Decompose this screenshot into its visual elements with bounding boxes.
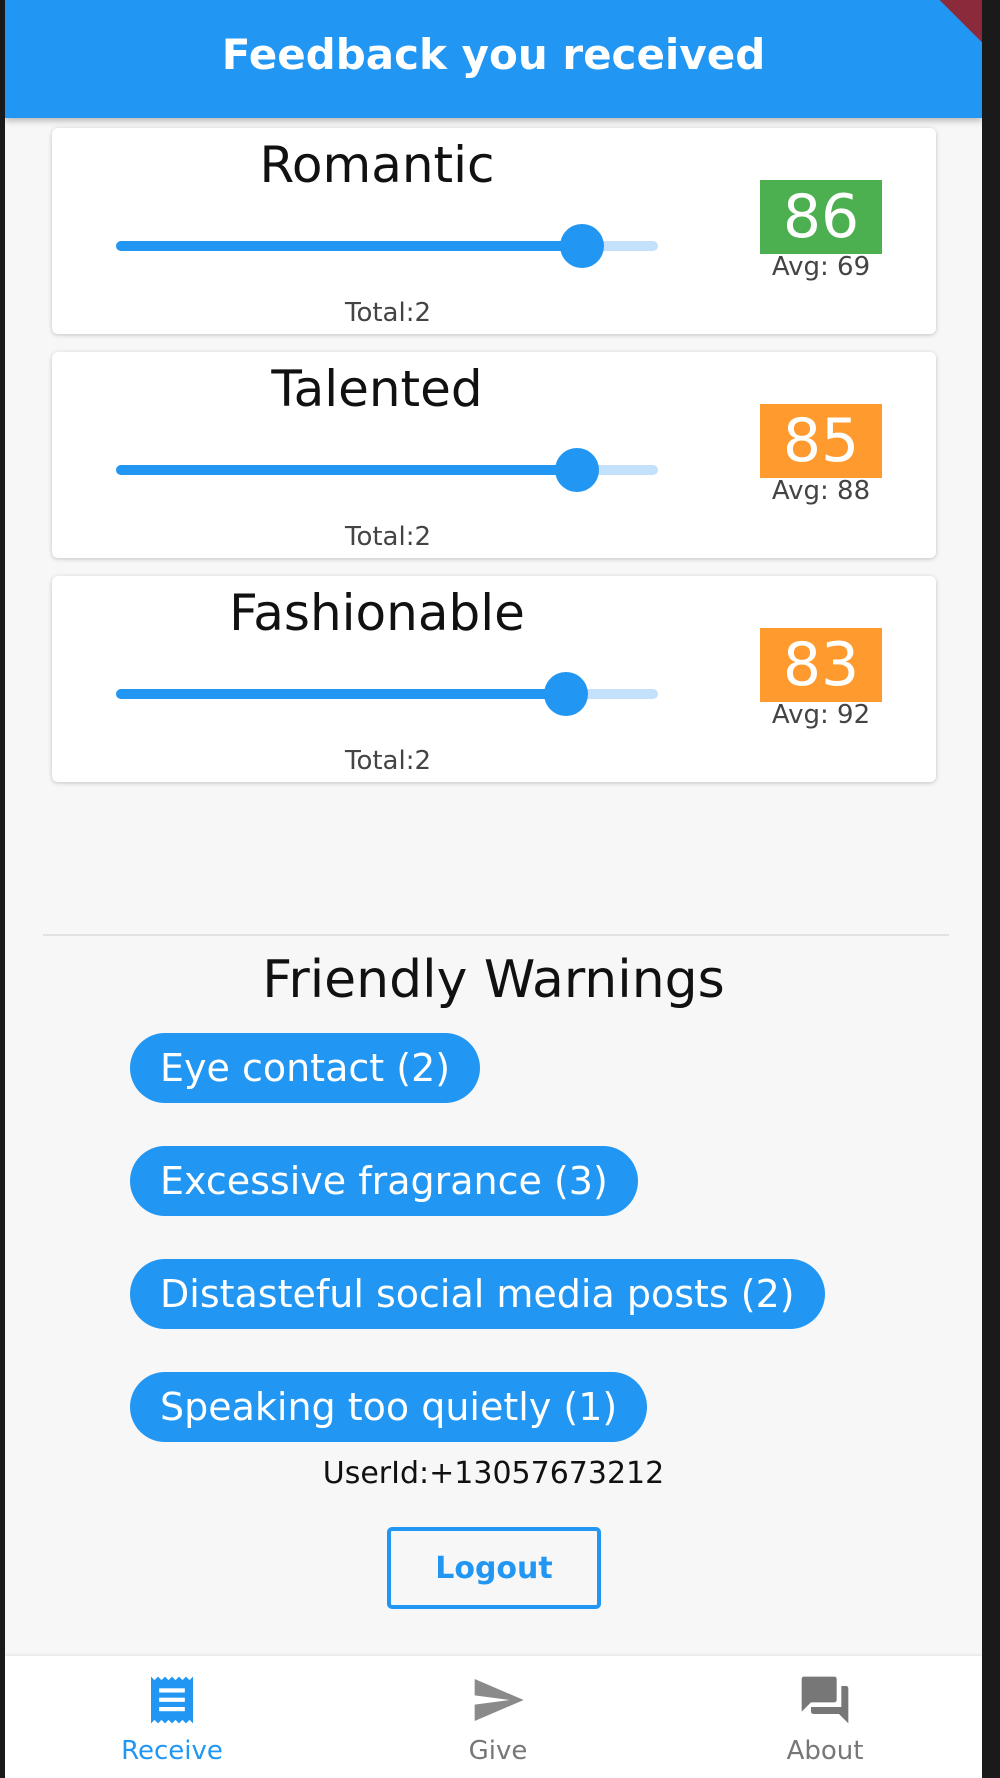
forum-icon xyxy=(801,1676,849,1724)
bottom-navigation: Receive Give About xyxy=(5,1656,982,1778)
nav-label: Receive xyxy=(121,1736,223,1766)
rating-label: Fashionable xyxy=(229,584,525,642)
score-badge: 86 xyxy=(760,180,882,254)
rating-slider[interactable] xyxy=(116,672,658,716)
rating-label: Romantic xyxy=(259,136,495,194)
warning-chip[interactable]: Eye contact (2) xyxy=(130,1033,481,1103)
score-average: Avg: 88 xyxy=(771,476,871,506)
slider-thumb[interactable] xyxy=(560,224,605,268)
rating-total: Total:2 xyxy=(344,522,432,552)
warning-chip[interactable]: Excessive fragrance (3) xyxy=(130,1146,638,1216)
rating-card-talented: Talented Total:2 85 Avg: 88 xyxy=(52,352,936,558)
rating-total: Total:2 xyxy=(344,746,432,776)
slider-fill xyxy=(116,465,577,475)
nav-item-about[interactable]: About xyxy=(725,1656,925,1778)
score-badge: 85 xyxy=(760,404,882,478)
warnings-title: Friendly Warnings xyxy=(262,950,725,1010)
receipt-icon xyxy=(151,1676,193,1724)
nav-label: About xyxy=(786,1736,864,1766)
app-bar: Feedback you received xyxy=(5,0,982,118)
nav-label: Give xyxy=(468,1736,528,1766)
score-average: Avg: 69 xyxy=(771,252,871,282)
warning-chip[interactable]: Distasteful social media posts (2) xyxy=(130,1259,825,1329)
slider-thumb[interactable] xyxy=(554,448,599,492)
warning-chip[interactable]: Speaking too quietly (1) xyxy=(130,1372,648,1442)
page-title: Feedback you received xyxy=(221,29,766,79)
slider-fill xyxy=(116,689,566,699)
nav-item-receive[interactable]: Receive xyxy=(72,1656,272,1778)
section-divider xyxy=(43,934,949,936)
nav-item-give[interactable]: Give xyxy=(398,1656,598,1778)
rating-card-fashionable: Fashionable Total:2 83 Avg: 92 xyxy=(52,576,936,782)
rating-slider[interactable] xyxy=(116,448,658,492)
app-screen: Feedback you received Romantic Total:2 8… xyxy=(5,0,982,1778)
slider-thumb[interactable] xyxy=(543,672,588,716)
send-icon xyxy=(474,1679,524,1721)
slider-fill xyxy=(116,241,583,251)
rating-slider[interactable] xyxy=(116,224,658,268)
score-average: Avg: 92 xyxy=(771,700,871,730)
score-badge: 83 xyxy=(760,628,882,702)
logout-button[interactable]: Logout xyxy=(387,1527,601,1609)
rating-label: Talented xyxy=(271,360,483,418)
rating-card-romantic: Romantic Total:2 86 Avg: 69 xyxy=(52,128,936,334)
rating-total: Total:2 xyxy=(344,298,432,328)
user-id: UserId:+13057673212 xyxy=(322,1456,665,1491)
